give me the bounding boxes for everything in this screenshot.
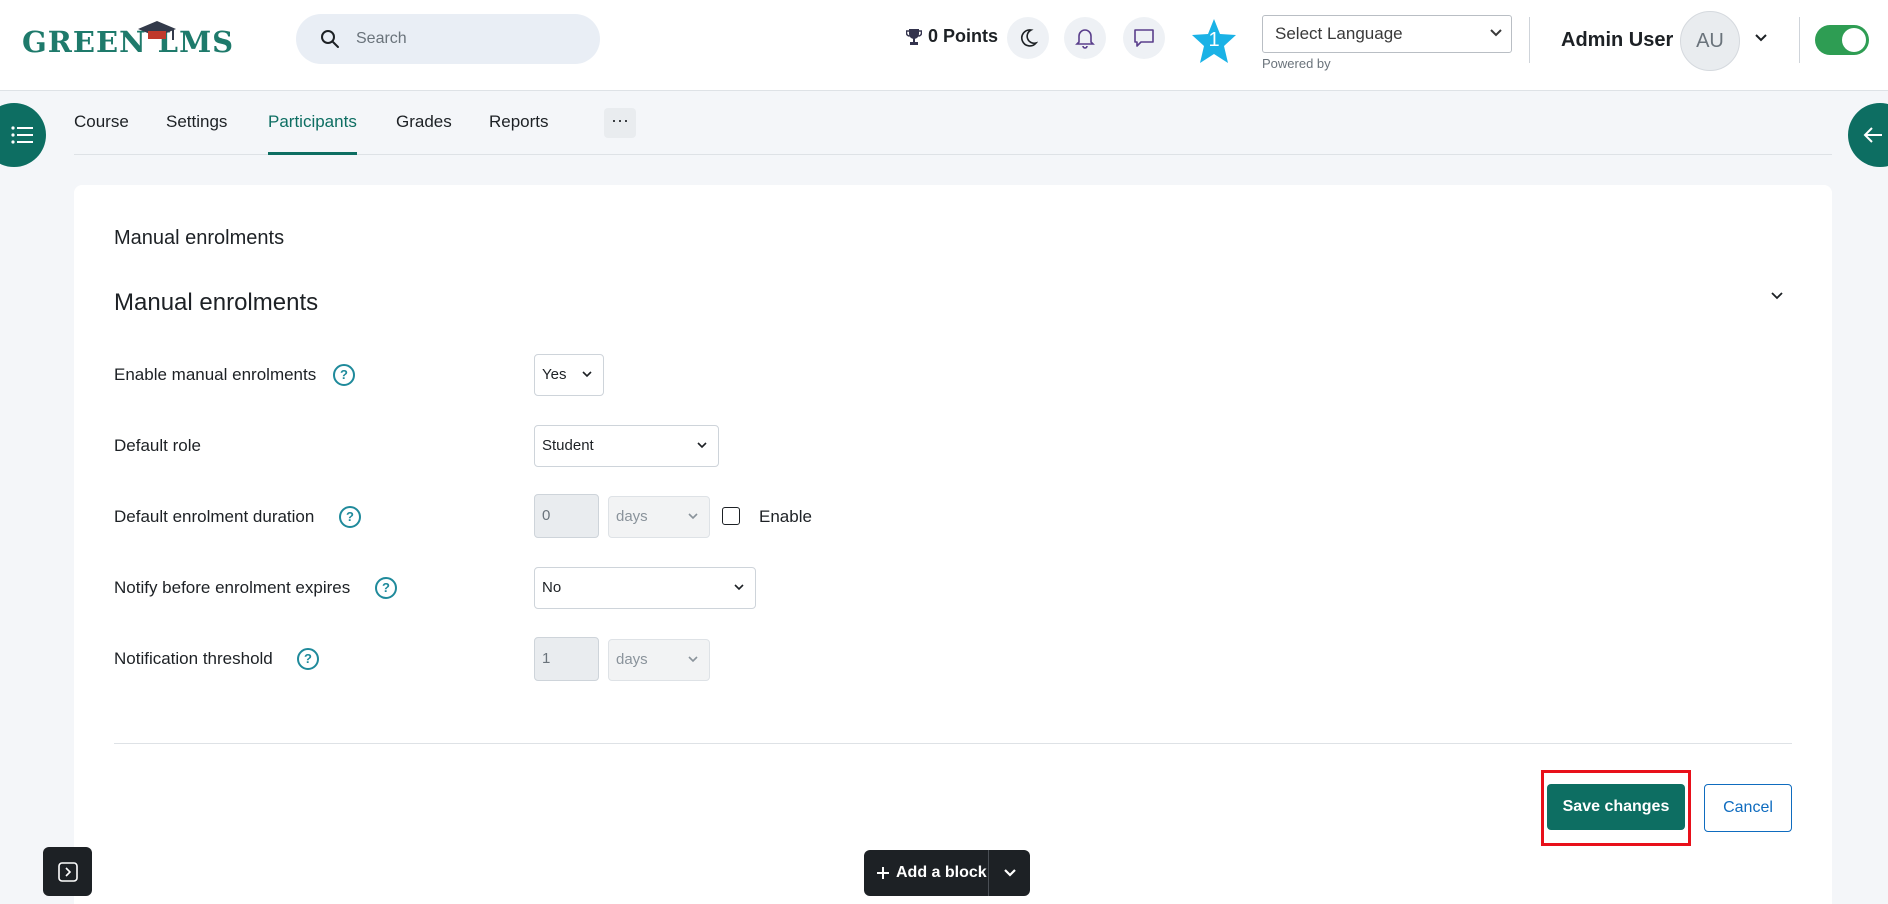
more-tabs-button[interactable]: ··· — [604, 108, 636, 138]
form-divider — [114, 743, 1792, 744]
duration-enable-label[interactable]: Enable — [759, 507, 812, 527]
logo-text: GREEN LMS — [22, 25, 235, 59]
help-icon[interactable]: ? — [333, 364, 355, 386]
threshold-label: Notification threshold — [114, 649, 273, 668]
default-role-value: Student — [542, 437, 594, 454]
trophy-icon — [906, 28, 922, 45]
notifications-button[interactable] — [1064, 17, 1106, 59]
course-index-drawer-button[interactable] — [0, 103, 46, 167]
duration-label: Default enrolment duration — [114, 507, 315, 526]
chevron-down-icon — [734, 584, 744, 591]
tab-reports[interactable]: Reports — [489, 92, 549, 155]
section-heading[interactable]: Manual enrolments — [114, 289, 318, 317]
star-badge-count: 1 — [1208, 29, 1220, 51]
site-logo[interactable]: GREEN LMS — [22, 21, 235, 62]
duration-enable-checkbox[interactable] — [722, 507, 740, 525]
collapse-chevron-icon[interactable] — [1770, 291, 1784, 301]
chevron-down-icon — [697, 442, 707, 449]
enable-manual-select[interactable]: Yes — [534, 354, 604, 396]
user-name[interactable]: Admin User — [1561, 29, 1673, 52]
default-role-select[interactable]: Student — [534, 425, 719, 467]
tab-course[interactable]: Course — [74, 92, 129, 155]
tab-grades[interactable]: Grades — [396, 92, 452, 155]
notify-value: No — [542, 579, 562, 596]
toggle-knob — [1842, 28, 1866, 52]
list-icon — [11, 126, 33, 144]
open-block-drawer-button[interactable] — [43, 847, 92, 896]
chat-bubble-icon — [1134, 29, 1154, 47]
default-role-label: Default role — [114, 436, 201, 455]
add-block-dropdown[interactable] — [989, 868, 1030, 878]
language-select-value: Select Language — [1275, 24, 1403, 43]
search-bar[interactable] — [296, 14, 600, 64]
expand-panel-icon — [57, 861, 78, 882]
powered-by-label: Powered by — [1262, 56, 1331, 71]
cancel-button[interactable]: Cancel — [1704, 784, 1792, 832]
course-secondary-nav: Course Settings Participants Grades Repo… — [74, 92, 1832, 155]
graduation-cap-icon — [138, 21, 176, 40]
chevron-down-icon — [688, 513, 698, 520]
duration-unit-value: days — [616, 508, 648, 525]
page-title: Manual enrolments — [114, 227, 285, 249]
messages-button[interactable] — [1123, 17, 1165, 59]
enable-manual-value: Yes — [542, 366, 567, 383]
navbar-divider — [1799, 17, 1800, 63]
threshold-input[interactable]: 1 — [534, 637, 599, 681]
threshold-unit-select[interactable]: days — [608, 639, 710, 681]
language-select[interactable]: Select Language — [1262, 15, 1512, 53]
notify-label: Notify before enrolment expires — [114, 578, 351, 597]
chevron-down-icon — [1003, 869, 1016, 877]
add-block-button[interactable]: Add a block — [864, 850, 1030, 896]
tab-participants[interactable]: Participants — [268, 92, 357, 155]
tab-settings[interactable]: Settings — [166, 92, 227, 155]
add-block-label-area[interactable]: Add a block — [864, 864, 988, 882]
help-icon[interactable]: ? — [339, 506, 361, 528]
chevron-down-icon — [688, 656, 698, 663]
level-star-badge[interactable]: 1 — [1189, 17, 1239, 67]
moon-icon — [1021, 29, 1038, 47]
main-content-card: Manual enrolments Manual enrolments Enab… — [74, 185, 1832, 904]
save-button-highlight — [1541, 770, 1691, 846]
plus-icon — [877, 867, 889, 879]
threshold-unit-value: days — [616, 651, 648, 668]
add-block-label: Add a block — [896, 864, 987, 881]
search-icon — [321, 30, 339, 48]
enable-manual-label: Enable manual enrolments — [114, 365, 317, 384]
dark-mode-button[interactable] — [1007, 17, 1049, 59]
bell-icon — [1075, 29, 1095, 49]
search-input[interactable] — [354, 29, 574, 49]
arrow-left-icon — [1863, 127, 1882, 143]
block-drawer-button[interactable] — [1848, 103, 1888, 167]
points-display[interactable]: 0 Points — [906, 26, 998, 47]
points-label: 0 Points — [928, 26, 999, 46]
notify-select[interactable]: No — [534, 567, 756, 609]
duration-unit-select[interactable]: days — [608, 496, 710, 538]
chevron-down-icon — [582, 371, 592, 378]
top-navbar: GREEN LMS 0 Points — [0, 0, 1888, 91]
navbar-divider — [1529, 17, 1530, 63]
chevron-down-icon — [1490, 29, 1502, 37]
help-icon[interactable]: ? — [297, 648, 319, 670]
user-menu-chevron-icon[interactable] — [1754, 33, 1768, 43]
avatar[interactable]: AU — [1680, 11, 1740, 71]
duration-input[interactable]: 0 — [534, 494, 599, 538]
help-icon[interactable]: ? — [375, 577, 397, 599]
edit-mode-toggle[interactable] — [1815, 25, 1869, 55]
